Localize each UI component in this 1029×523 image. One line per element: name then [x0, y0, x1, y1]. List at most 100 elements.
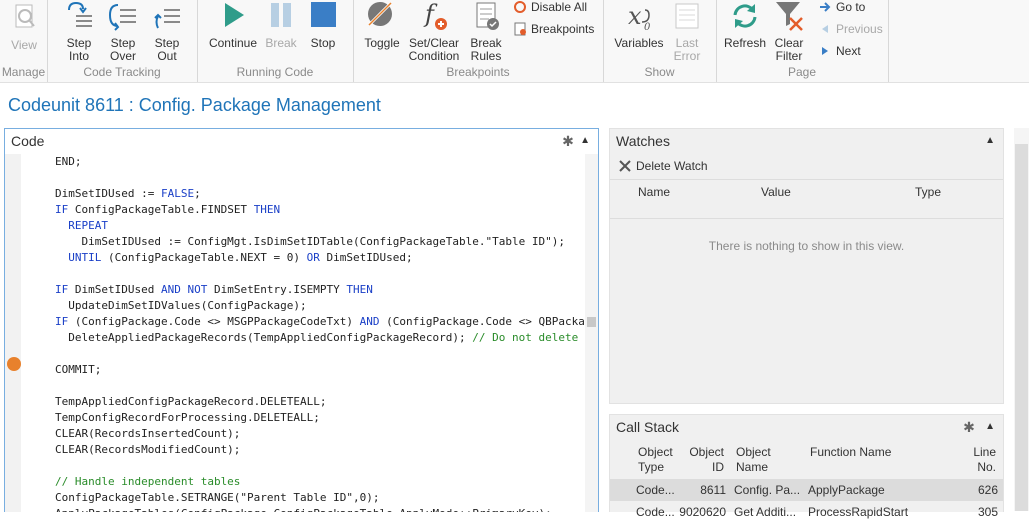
- step-out-button[interactable]: Step Out: [147, 0, 187, 63]
- break-label: Break: [265, 36, 297, 50]
- code-token: IF: [55, 203, 69, 216]
- break-rules-icon: [469, 0, 503, 34]
- watches-column-name[interactable]: Name: [638, 185, 670, 199]
- column-object-type[interactable]: Object Type: [638, 445, 673, 475]
- column-object-name[interactable]: Object Name: [736, 445, 771, 475]
- code-token: AND: [359, 315, 380, 328]
- breakpoints-list-icon: [513, 22, 527, 36]
- disable-all-icon: [513, 0, 527, 14]
- call-stack-row[interactable]: Code... 9020620 Get Additi... ProcessRap…: [610, 501, 1003, 523]
- code-token: DimSetIDUsed;: [319, 251, 413, 264]
- code-token: ApplyPackageTables(ConfigPackage,ConfigP…: [55, 507, 552, 512]
- code-token: COMMIT;: [55, 363, 102, 376]
- row-object-name: Get Additi...: [734, 505, 797, 519]
- previous-button[interactable]: Previous: [818, 22, 883, 36]
- step-into-button[interactable]: Step Into: [59, 0, 99, 63]
- breakpoint-gutter[interactable]: [5, 154, 21, 512]
- clear-filter-label-2: Filter: [775, 49, 803, 63]
- settings-gear-icon[interactable]: ✱: [560, 133, 576, 149]
- view-icon: [7, 2, 41, 36]
- step-over-label-2: Over: [109, 49, 136, 63]
- stop-button[interactable]: Stop: [305, 0, 341, 50]
- refresh-button[interactable]: Refresh: [722, 0, 768, 50]
- collapse-chevron-icon[interactable]: ▲: [580, 129, 590, 153]
- variables-icon: x0: [622, 0, 656, 34]
- clear-filter-button[interactable]: Clear Filter: [768, 0, 810, 63]
- pause-icon: [264, 0, 298, 34]
- step-into-label-2: Into: [68, 49, 89, 63]
- page-scrollbar[interactable]: [1014, 128, 1029, 511]
- code-token: DimSetIDUsed :=: [55, 187, 161, 200]
- code-token: ;: [194, 187, 201, 200]
- call-stack-row[interactable]: Code... 8611 Config. Pa... ApplyPackage …: [610, 479, 1003, 501]
- watches-collapse-icon[interactable]: ▲: [985, 129, 995, 153]
- row-object-name: Config. Pa...: [734, 483, 801, 497]
- next-icon: [818, 44, 832, 58]
- breakpoints-list-button[interactable]: Breakpoints: [513, 22, 594, 36]
- code-line: TempConfigRecordForProcessing.DELETEALL;: [55, 410, 584, 426]
- code-scrollbar[interactable]: [585, 154, 598, 512]
- step-over-button[interactable]: Step Over: [103, 0, 143, 63]
- call-stack-panel: Call Stack ✱ ▲ Object Type Object ID Objec…: [609, 414, 1004, 519]
- call-stack-table-header: Object Type Object ID Object Name Function …: [610, 443, 1003, 479]
- column-line-no-l2: No.: [977, 460, 996, 474]
- disable-all-label: Disable All: [531, 0, 588, 14]
- stop-label: Stop: [310, 36, 336, 50]
- column-function-name[interactable]: Function Name: [810, 445, 891, 460]
- code-panel-header: Code ✱ ▲: [5, 129, 598, 153]
- code-scrollbar-thumb[interactable]: [587, 317, 596, 327]
- group-label-code-tracking: Code Tracking: [83, 65, 161, 79]
- code-token: CLEAR(RecordsModifiedCount);: [55, 443, 241, 456]
- set-clear-condition-button[interactable]: f Set/Clear Condition: [407, 0, 461, 63]
- column-line-no[interactable]: Line No.: [960, 445, 996, 475]
- svg-text:x: x: [628, 2, 642, 30]
- code-line: ConfigPackageTable.SETRANGE("Parent Tabl…: [55, 490, 584, 506]
- continue-button[interactable]: Continue: [205, 0, 261, 50]
- code-token: THEN: [253, 203, 281, 216]
- view-label: View: [11, 38, 37, 52]
- last-error-button[interactable]: Last Error: [669, 0, 705, 63]
- column-line-no-l1: Line: [973, 445, 996, 459]
- group-code-tracking: Step Into Step Over Step Out Code Tracki…: [47, 0, 198, 82]
- go-to-button[interactable]: Go to: [818, 0, 865, 14]
- previous-label: Previous: [836, 22, 883, 36]
- delete-watch-button[interactable]: Delete Watch: [618, 159, 708, 173]
- watches-column-type[interactable]: Type: [915, 185, 941, 199]
- code-line: DimSetIDUsed := ConfigMgt.IsDimSetIDTabl…: [55, 234, 584, 250]
- toggle-button[interactable]: Toggle: [361, 0, 403, 50]
- call-stack-collapse-icon[interactable]: ▲: [985, 415, 995, 439]
- group-label-breakpoints: Breakpoints: [446, 65, 510, 79]
- page-title: Codeunit 8611 : Config. Package Manageme…: [8, 95, 381, 115]
- code-token: AND NOT: [160, 283, 208, 296]
- delete-x-icon: [618, 159, 632, 173]
- break-rules-button[interactable]: Break Rules: [465, 0, 507, 63]
- group-page: Refresh Clear Filter Go to Previous Next…: [716, 0, 889, 82]
- view-button[interactable]: View: [4, 2, 44, 52]
- call-stack-gear-icon[interactable]: ✱: [961, 419, 977, 435]
- code-token: DimSetIDUsed: [68, 283, 161, 296]
- watches-column-value[interactable]: Value: [761, 185, 791, 199]
- code-token: THEN: [346, 283, 373, 296]
- disable-all-button[interactable]: Disable All: [513, 0, 587, 14]
- column-object-id[interactable]: Object ID: [682, 445, 724, 475]
- current-line-breakpoint-icon[interactable]: [7, 357, 21, 371]
- code-token: // Handle independent tables: [55, 475, 241, 488]
- code-token: DimSetIDUsed := ConfigMgt.IsDimSetIDTabl…: [55, 235, 565, 248]
- variables-button[interactable]: x0 Variables: [611, 0, 667, 50]
- ribbon: View Manage Step Into Step Over Step Out…: [0, 0, 1029, 83]
- refresh-label: Refresh: [723, 36, 767, 50]
- go-to-arrow-icon: [818, 0, 832, 14]
- next-button[interactable]: Next: [818, 44, 861, 58]
- group-label-show: Show: [644, 65, 675, 79]
- break-rules-label-2: Rules: [470, 49, 502, 63]
- code-line: COMMIT;: [55, 362, 584, 378]
- page-scrollbar-thumb[interactable]: [1015, 144, 1028, 511]
- group-running-code: Continue Break Stop Running Code: [197, 0, 354, 82]
- code-line: IF ConfigPackageTable.FINDSET THEN: [55, 202, 584, 218]
- watches-empty-message: There is nothing to show in this view.: [708, 239, 905, 253]
- code-line: TempAppliedConfigPackageRecord.DELETEALL…: [55, 394, 584, 410]
- break-button[interactable]: Break: [263, 0, 299, 50]
- code-editor[interactable]: END; DimSetIDUsed := FALSE; IF ConfigPacka…: [55, 154, 584, 512]
